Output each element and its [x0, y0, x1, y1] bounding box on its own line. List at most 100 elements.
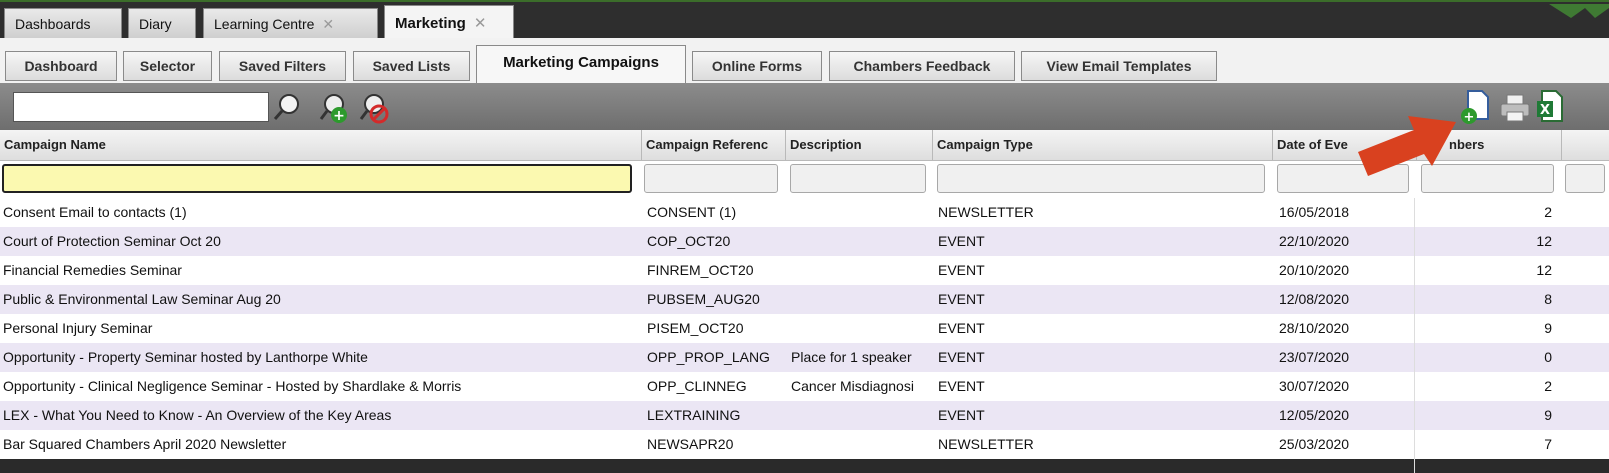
add-filter-icon[interactable]: +: [318, 91, 352, 125]
cell-campaign-type: NEWSLETTER: [938, 436, 1034, 452]
subtab-label: Online Forms: [711, 58, 803, 74]
cell-campaign-reference: FINREM_OCT20: [647, 262, 754, 278]
cell-campaign-type: EVENT: [938, 262, 985, 278]
subtab-saved-filters[interactable]: Saved Filters: [219, 51, 346, 81]
column-header-extra: [1562, 130, 1609, 160]
cell-campaign-type: EVENT: [938, 291, 985, 307]
cell-campaign-name: LEX - What You Need to Know - An Overvie…: [3, 407, 392, 423]
cell-date-of-event: 20/10/2020: [1279, 262, 1350, 278]
column-header-campaign-name[interactable]: Campaign Name: [0, 130, 642, 160]
table-row[interactable]: Financial Remedies Seminar FINREM_OCT20 …: [0, 256, 1609, 285]
subtab-view-email-templates[interactable]: View Email Templates: [1021, 51, 1217, 81]
subtab-label: Dashboard: [24, 58, 98, 74]
cell-campaign-reference: OPP_CLINNEG: [647, 378, 747, 394]
tab-marketing[interactable]: Marketing ✕: [384, 5, 514, 40]
cell-description: [788, 285, 933, 314]
cell-campaign-type: EVENT: [938, 320, 985, 336]
cell-campaign-name: Consent Email to contacts (1): [3, 204, 187, 220]
svg-text:+: +: [333, 108, 345, 124]
cell-campaign-name: Court of Protection Seminar Oct 20: [3, 233, 221, 249]
tab-label: Diary: [139, 16, 172, 32]
subtab-label: Marketing Campaigns: [503, 54, 659, 71]
annotation-arrow-icon: [1358, 116, 1456, 176]
cell-campaign-reference: LEXTRAINING: [647, 407, 741, 423]
cell-campaign-reference: PUBSEM_AUG20: [647, 291, 760, 307]
cell-description: [788, 430, 933, 459]
table-row[interactable]: Consent Email to contacts (1) CONSENT (1…: [0, 198, 1609, 227]
cell-campaign-reference: COP_OCT20: [647, 233, 731, 249]
cell-description: Place for 1 speaker: [791, 349, 912, 365]
cell-description: Cancer Misdiagnosi: [791, 378, 914, 394]
column-header-campaign-reference[interactable]: Campaign Referenc: [642, 130, 786, 160]
cell-campaign-reference: PISEM_OCT20: [647, 320, 744, 336]
excel-export-icon[interactable]: X: [1536, 89, 1564, 125]
subtab-online-forms[interactable]: Online Forms: [692, 51, 822, 81]
cell-description: [788, 256, 933, 285]
table-row[interactable]: Public & Environmental Law Seminar Aug 2…: [0, 285, 1609, 314]
filter-description-input[interactable]: [790, 164, 926, 193]
cell-date-of-event: 25/03/2020: [1279, 436, 1350, 452]
cell-description: [788, 401, 933, 430]
cell-description: [788, 227, 933, 256]
subtab-label: Saved Filters: [238, 58, 327, 74]
cell-campaign-reference: OPP_PROP_LANG: [647, 349, 770, 365]
cell-campaign-reference: CONSENT (1): [647, 204, 737, 220]
cell-campaign-reference: NEWSAPR20: [647, 436, 734, 452]
table-row[interactable]: Opportunity - Property Seminar hosted by…: [0, 343, 1609, 372]
tab-learning-centre[interactable]: Learning Centre ✕: [203, 8, 378, 38]
print-icon[interactable]: [1499, 93, 1531, 123]
cell-date-of-event: 22/10/2020: [1279, 233, 1350, 249]
subtab-chambers-feedback[interactable]: Chambers Feedback: [829, 51, 1015, 81]
cell-date-of-event: 12/05/2020: [1279, 407, 1350, 423]
subtab-marketing-campaigns[interactable]: Marketing Campaigns: [476, 45, 686, 83]
cell-campaign-name: Public & Environmental Law Seminar Aug 2…: [3, 291, 281, 307]
cell-campaign-name: Financial Remedies Seminar: [3, 262, 182, 278]
cell-campaign-name: Bar Squared Chambers April 2020 Newslett…: [3, 436, 287, 452]
tab-label: Learning Centre: [214, 16, 315, 32]
filter-campaign-reference-input[interactable]: [644, 164, 778, 193]
cell-date-of-event: 12/08/2020: [1279, 291, 1350, 307]
table-row[interactable]: Opportunity - Clinical Negligence Semina…: [0, 372, 1609, 401]
search-input[interactable]: [13, 92, 269, 122]
cell-campaign-type: EVENT: [938, 407, 985, 423]
subtab-label: View Email Templates: [1046, 58, 1192, 74]
table-row[interactable]: LEX - What You Need to Know - An Overvie…: [0, 401, 1609, 430]
close-icon[interactable]: ✕: [474, 15, 487, 32]
subtab-selector[interactable]: Selector: [123, 51, 212, 81]
cell-campaign-name: Personal Injury Seminar: [3, 320, 153, 336]
svg-text:X: X: [1540, 103, 1550, 118]
search-icon[interactable]: [272, 91, 304, 123]
column-header-description[interactable]: Description: [786, 130, 933, 160]
corner-decoration-icon: [1549, 4, 1609, 18]
cell-date-of-event: 28/10/2020: [1279, 320, 1350, 336]
cell-campaign-type: EVENT: [938, 349, 985, 365]
members-panel-edge: [1414, 198, 1565, 473]
subtab-label: Saved Lists: [372, 58, 451, 74]
top-tab-bar: Dashboards Diary Learning Centre ✕ Market…: [0, 0, 1609, 40]
new-document-icon[interactable]: +: [1460, 89, 1492, 125]
tab-label: Dashboards: [15, 16, 91, 32]
filter-campaign-type-input[interactable]: [937, 164, 1265, 193]
column-header-campaign-type[interactable]: Campaign Type: [933, 130, 1273, 160]
cell-date-of-event: 16/05/2018: [1279, 204, 1350, 220]
filter-extra-input[interactable]: [1565, 164, 1605, 193]
tab-label: Marketing: [395, 15, 466, 32]
subtab-dashboard[interactable]: Dashboard: [5, 51, 117, 81]
svg-text:+: +: [1464, 110, 1475, 125]
table-row[interactable]: Personal Injury Seminar PISEM_OCT20 EVEN…: [0, 314, 1609, 343]
subtab-label: Chambers Feedback: [853, 58, 991, 74]
cell-campaign-name: Opportunity - Property Seminar hosted by…: [3, 349, 368, 365]
cell-campaign-name: Opportunity - Clinical Negligence Semina…: [3, 378, 462, 394]
filter-campaign-name-input[interactable]: [2, 164, 632, 193]
table-row[interactable]: Court of Protection Seminar Oct 20 COP_O…: [0, 227, 1609, 256]
cell-campaign-type: EVENT: [938, 378, 985, 394]
tab-diary[interactable]: Diary: [128, 8, 196, 38]
cell-date-of-event: 23/07/2020: [1279, 349, 1350, 365]
remove-filter-icon[interactable]: [358, 91, 392, 125]
close-icon[interactable]: ✕: [322, 16, 334, 32]
cell-campaign-type: EVENT: [938, 233, 985, 249]
cell-description: [788, 314, 933, 343]
table-row[interactable]: Bar Squared Chambers April 2020 Newslett…: [0, 430, 1609, 459]
tab-dashboards[interactable]: Dashboards: [4, 8, 122, 38]
subtab-saved-lists[interactable]: Saved Lists: [353, 51, 470, 81]
